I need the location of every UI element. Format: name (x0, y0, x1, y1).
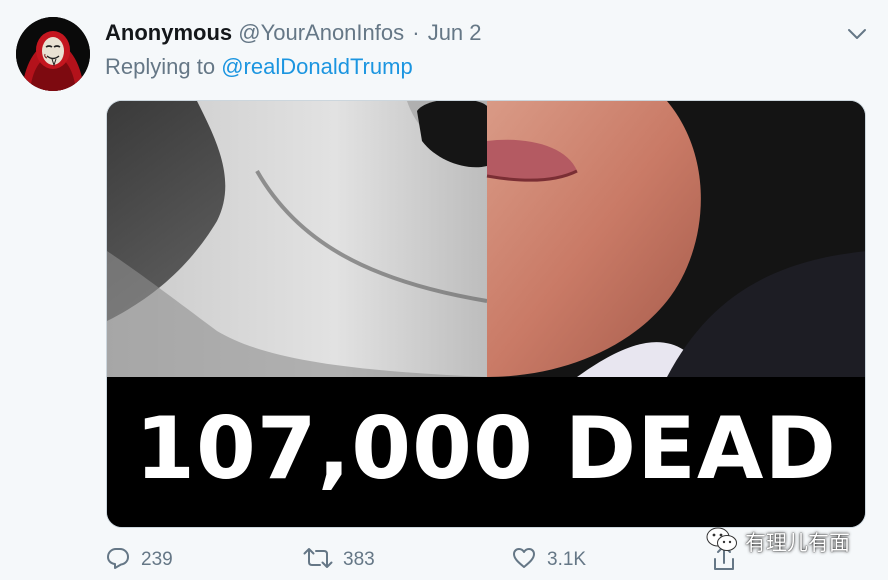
reply-icon (105, 545, 131, 576)
like-count: 3.1K (547, 549, 587, 570)
avatar[interactable] (16, 17, 90, 91)
reply-button[interactable]: 239 (105, 542, 173, 578)
reply-context: Replying to @realDonaldTrump (105, 52, 413, 82)
author-name[interactable]: Anonymous (105, 20, 232, 45)
chevron-down-icon[interactable] (846, 25, 868, 43)
watermark: 有理儿有面 (705, 526, 850, 558)
tweet-header: Anonymous @YourAnonInfos · Jun 2 (105, 18, 482, 48)
wechat-icon (705, 525, 739, 560)
retweet-count: 383 (343, 549, 375, 570)
tweet-media[interactable]: 107,000 DEAD (106, 100, 866, 528)
like-icon (511, 545, 537, 576)
tweet[interactable]: Anonymous @YourAnonInfos · Jun 2 Replyin… (0, 0, 888, 580)
reply-mention-link[interactable]: @realDonaldTrump (221, 54, 412, 79)
avatar-image (16, 17, 90, 91)
reply-count: 239 (141, 549, 173, 570)
media-caption-band: 107,000 DEAD (107, 377, 865, 527)
retweet-button[interactable]: 383 (303, 542, 375, 578)
author-handle[interactable]: @YourAnonInfos (238, 20, 404, 45)
retweet-icon (303, 545, 333, 576)
media-caption: 107,000 DEAD (135, 399, 837, 499)
separator-dot: · (412, 20, 420, 45)
tweet-date[interactable]: Jun 2 (428, 20, 482, 45)
watermark-text: 有理儿有面 (745, 532, 850, 555)
reply-prefix: Replying to (105, 54, 216, 79)
like-button[interactable]: 3.1K (511, 542, 586, 578)
